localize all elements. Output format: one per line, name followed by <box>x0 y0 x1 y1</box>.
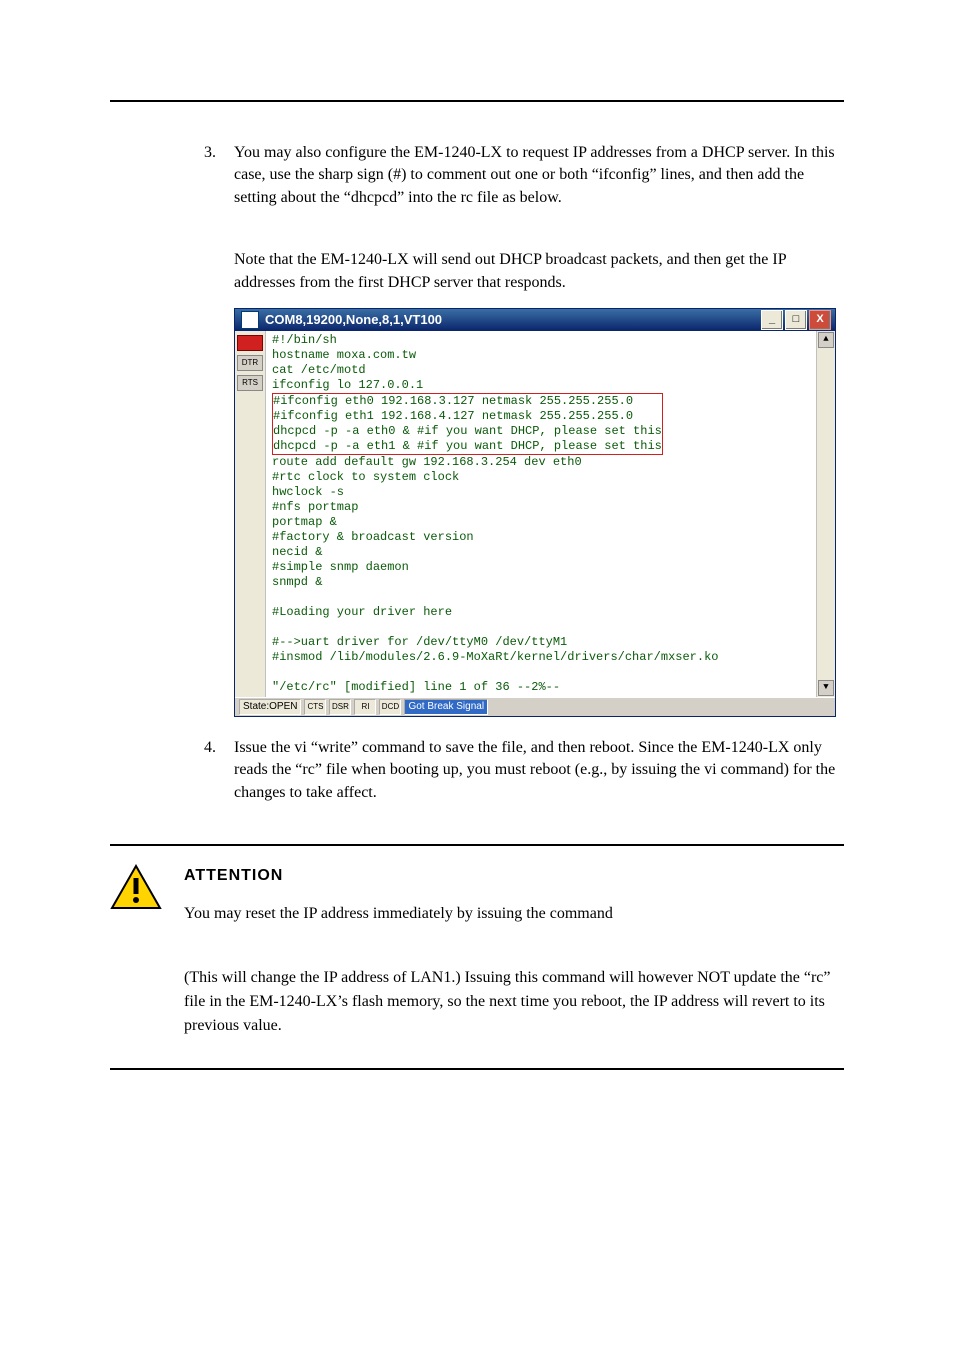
terminal-content[interactable]: #!/bin/sh hostname moxa.com.tw cat /etc/… <box>266 331 816 697</box>
header-rule <box>110 100 844 102</box>
status-dsr: DSR <box>329 699 351 715</box>
term-line: hwclock -s <box>272 485 810 500</box>
dtr-indicator[interactable]: DTR <box>237 355 263 371</box>
step-3: 3. You may also configure the EM-1240-LX… <box>198 142 844 209</box>
term-line <box>272 590 810 605</box>
term-line: "/etc/rc" [modified] line 1 of 36 --2%-- <box>272 680 810 695</box>
window-title: COM8,19200,None,8,1,VT100 <box>265 312 761 327</box>
attention-p2: (This will change the IP address of LAN1… <box>184 966 844 1038</box>
term-line: #simple snmp daemon <box>272 560 810 575</box>
step-3-text: You may also configure the EM-1240-LX to… <box>234 142 844 209</box>
scrollbar[interactable]: ▲ ▼ <box>816 331 835 697</box>
term-line: #ifconfig eth0 192.168.3.127 netmask 255… <box>273 394 662 409</box>
term-line: portmap & <box>272 515 810 530</box>
term-line: cat /etc/motd <box>272 363 810 378</box>
term-line <box>272 665 810 680</box>
term-line: dhcpcd -p -a eth0 & #if you want DHCP, p… <box>273 424 662 439</box>
term-line <box>272 620 810 635</box>
attention-heading: ATTENTION <box>184 864 844 888</box>
step-3-note: Note that the EM-1240-LX will send out D… <box>234 249 844 294</box>
term-line: #ifconfig eth1 192.168.4.127 netmask 255… <box>273 409 662 424</box>
term-line: #nfs portmap <box>272 500 810 515</box>
terminal-window: COM8,19200,None,8,1,VT100 _ □ X DTR RTS … <box>234 308 836 717</box>
step-4: 4. Issue the vi “write” command to save … <box>198 737 844 804</box>
signal-gutter: DTR RTS <box>235 331 266 697</box>
rts-indicator[interactable]: RTS <box>237 375 263 391</box>
term-line: #factory & broadcast version <box>272 530 810 545</box>
step-3-number: 3. <box>198 142 216 209</box>
step-4-number: 4. <box>198 737 216 804</box>
term-line: #rtc clock to system clock <box>272 470 810 485</box>
term-line: ifconfig lo 127.0.0.1 <box>272 378 810 393</box>
step-4-text: Issue the vi “write” command to save the… <box>234 737 844 804</box>
scroll-up-button[interactable]: ▲ <box>818 332 834 348</box>
term-line: route add default gw 192.168.3.254 dev e… <box>272 455 810 470</box>
attention-p1: You may reset the IP address immediately… <box>184 902 844 926</box>
term-line: snmpd & <box>272 575 810 590</box>
status-dcd: DCD <box>379 699 401 715</box>
app-icon <box>241 311 259 329</box>
minimize-button[interactable]: _ <box>761 310 783 330</box>
term-line: #-->uart driver for /dev/ttyM0 /dev/ttyM… <box>272 635 810 650</box>
status-message: Got Break Signal <box>404 699 488 715</box>
term-line: dhcpcd -p -a eth1 & #if you want DHCP, p… <box>273 439 662 454</box>
status-state: State:OPEN <box>239 699 301 715</box>
status-bar: State:OPEN CTS DSR RI DCD Got Break Sign… <box>235 697 835 716</box>
status-ri: RI <box>354 699 376 715</box>
term-line: #!/bin/sh <box>272 333 810 348</box>
signal-indicator <box>237 335 263 351</box>
attention-box: ATTENTION You may reset the IP address i… <box>110 844 844 1070</box>
close-button[interactable]: X <box>809 310 831 330</box>
term-line: hostname moxa.com.tw <box>272 348 810 363</box>
term-line: #insmod /lib/modules/2.6.9-MoXaRt/kernel… <box>272 650 810 665</box>
highlight-block: #ifconfig eth0 192.168.3.127 netmask 255… <box>272 393 663 455</box>
titlebar[interactable]: COM8,19200,None,8,1,VT100 _ □ X <box>235 309 835 331</box>
warning-icon <box>110 864 162 1038</box>
scroll-down-button[interactable]: ▼ <box>818 680 834 696</box>
maximize-button[interactable]: □ <box>785 310 807 330</box>
status-cts: CTS <box>304 699 326 715</box>
term-line: #Loading your driver here <box>272 605 810 620</box>
term-line: necid & <box>272 545 810 560</box>
